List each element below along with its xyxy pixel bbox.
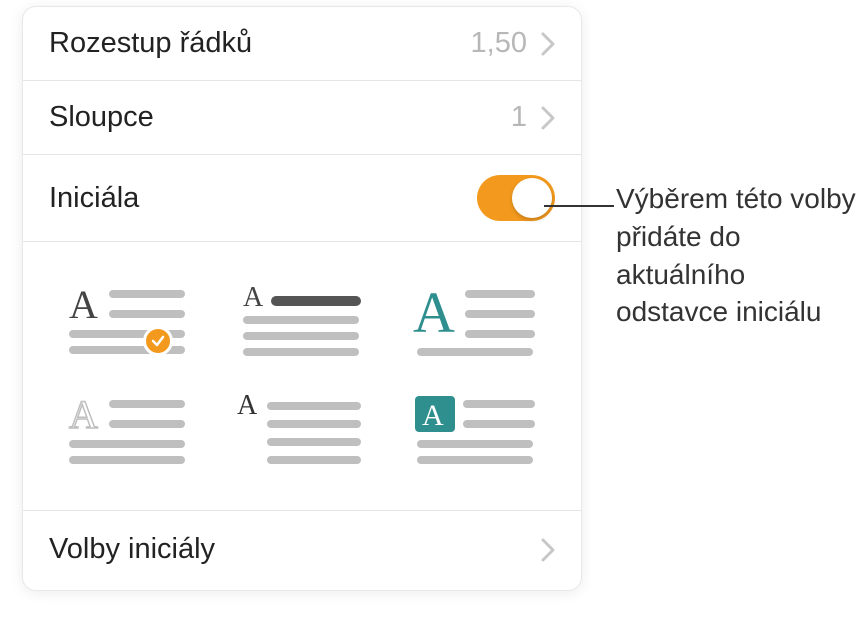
chevron-right-icon [541, 106, 555, 130]
dropcap-label: Iniciála [49, 182, 139, 215]
line-spacing-row[interactable]: Rozestup řádků 1,50 [23, 7, 581, 81]
check-icon [143, 326, 173, 356]
columns-value: 1 [511, 101, 527, 134]
dropcap-toggle[interactable] [477, 175, 555, 221]
dropcap-style-6[interactable]: A [399, 388, 553, 468]
dropcap-style-1[interactable]: A [51, 278, 205, 358]
dropcap-options-label: Volby iniciály [49, 533, 215, 566]
dropcap-options-row[interactable]: Volby iniciály [23, 511, 581, 590]
dropcap-style-2[interactable]: A [225, 278, 379, 358]
dropcap-right [477, 175, 555, 221]
format-panel: Rozestup řádků 1,50 Sloupce 1 Iniciála [22, 6, 582, 591]
columns-row[interactable]: Sloupce 1 [23, 81, 581, 155]
line-spacing-label: Rozestup řádků [49, 27, 252, 60]
svg-text:A: A [69, 392, 98, 437]
svg-text:A: A [243, 282, 264, 313]
dropcap-style-5[interactable]: A [225, 388, 379, 468]
svg-text:A: A [422, 399, 444, 432]
columns-label: Sloupce [49, 101, 154, 134]
dropcap-row: Iniciála [23, 155, 581, 242]
dropcap-style-4[interactable]: A [51, 388, 205, 468]
dropcap-style-3[interactable]: A [399, 278, 553, 358]
callout-text: Výběrem této volby přidáte do aktuálního… [616, 180, 856, 331]
toggle-knob [512, 178, 552, 218]
chevron-right-icon [541, 32, 555, 56]
svg-text:A: A [413, 280, 455, 345]
svg-text:A: A [69, 282, 98, 327]
dropcap-styles-grid: A A A [23, 242, 581, 511]
line-spacing-value: 1,50 [471, 27, 527, 60]
line-spacing-right: 1,50 [471, 27, 555, 60]
svg-text:A: A [237, 390, 258, 421]
chevron-right-icon [541, 538, 555, 562]
callout-leader-line [544, 205, 614, 207]
columns-right: 1 [511, 101, 555, 134]
